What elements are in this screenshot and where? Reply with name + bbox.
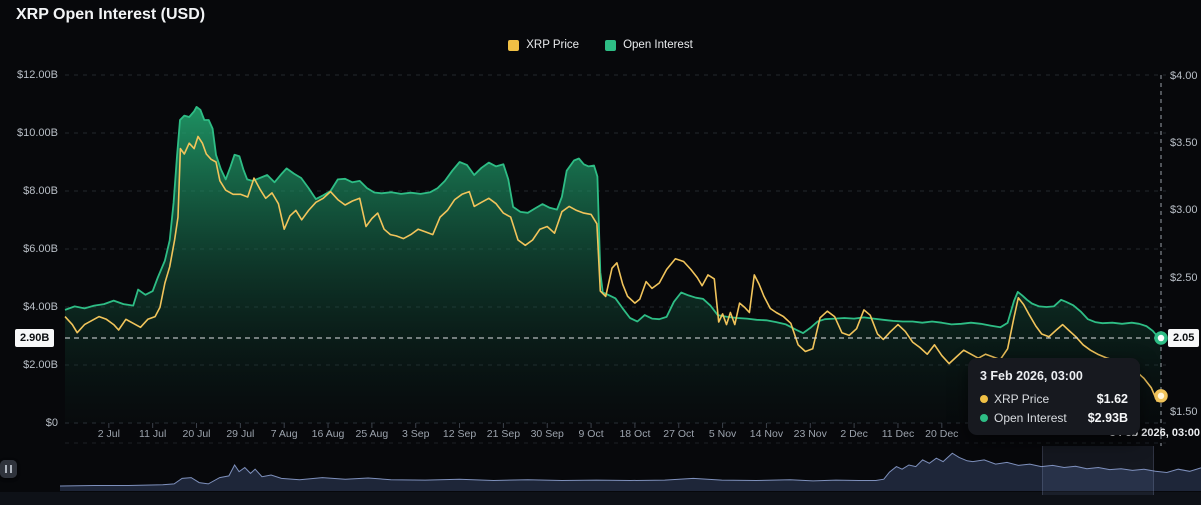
open-interest-current-left-badge: 2.90B: [15, 329, 54, 347]
tooltip-label-open-interest: Open Interest: [994, 411, 1067, 425]
legend-label-open-interest: Open Interest: [623, 39, 693, 51]
left-axis-tick-label: $12.00B: [0, 68, 58, 82]
xrp-open-interest-chart: XRP Open Interest (USD) XRP Price Open I…: [0, 0, 1201, 505]
xrp-price-swatch-icon: [508, 40, 519, 51]
right-axis-tick-label: $2.50: [1170, 271, 1198, 285]
legend-item-xrp-price[interactable]: XRP Price: [508, 39, 579, 51]
navigator-selection-window[interactable]: [1042, 446, 1154, 495]
right-axis-tick-label: $3.00: [1170, 203, 1198, 217]
tooltip-row-xrp-price: XRP Price $1.62: [980, 392, 1128, 406]
handle-grip-icon: [5, 465, 7, 473]
left-axis-tick-label: $2.00B: [0, 358, 58, 372]
open-interest-current-right-badge: 2.05: [1168, 329, 1199, 347]
page-title: XRP Open Interest (USD): [16, 6, 205, 24]
right-axis-tick-label: $3.50: [1170, 136, 1198, 150]
legend-item-open-interest[interactable]: Open Interest: [605, 39, 693, 51]
tooltip-value-open-interest: $2.93B: [1088, 411, 1128, 425]
left-axis-tick-label: $8.00B: [0, 184, 58, 198]
left-axis-tick-label: $6.00B: [0, 242, 58, 256]
tooltip-value-xrp-price: $1.62: [1097, 392, 1128, 406]
open-interest-dot-icon: [980, 414, 988, 422]
legend: XRP Price Open Interest: [0, 39, 1201, 51]
left-axis-tick-label: $4.00B: [0, 300, 58, 314]
tooltip-label-xrp-price: XRP Price: [994, 392, 1049, 406]
xrp-price-endpoint-marker: [1156, 391, 1166, 401]
tooltip-row-open-interest: Open Interest $2.93B: [980, 411, 1128, 425]
left-axis-tick-label: $10.00B: [0, 126, 58, 140]
right-axis-tick-label: $1.50: [1170, 405, 1198, 419]
right-axis-tick-label: $4.00: [1170, 69, 1198, 83]
xrp-price-dot-icon: [980, 395, 988, 403]
tooltip-header: 3 Feb 2026, 03:00: [980, 369, 1128, 383]
x-axis-tick-label: 20 Dec: [916, 427, 968, 441]
left-axis-tick-label: $0: [0, 416, 58, 430]
tooltip: 3 Feb 2026, 03:00 XRP Price $1.62 Open I…: [968, 358, 1140, 435]
handle-grip-icon: [10, 465, 12, 473]
legend-label-xrp-price: XRP Price: [526, 39, 579, 51]
open-interest-endpoint-marker: [1156, 333, 1166, 343]
open-interest-swatch-icon: [605, 40, 616, 51]
navigator-right-handle[interactable]: [0, 460, 17, 478]
